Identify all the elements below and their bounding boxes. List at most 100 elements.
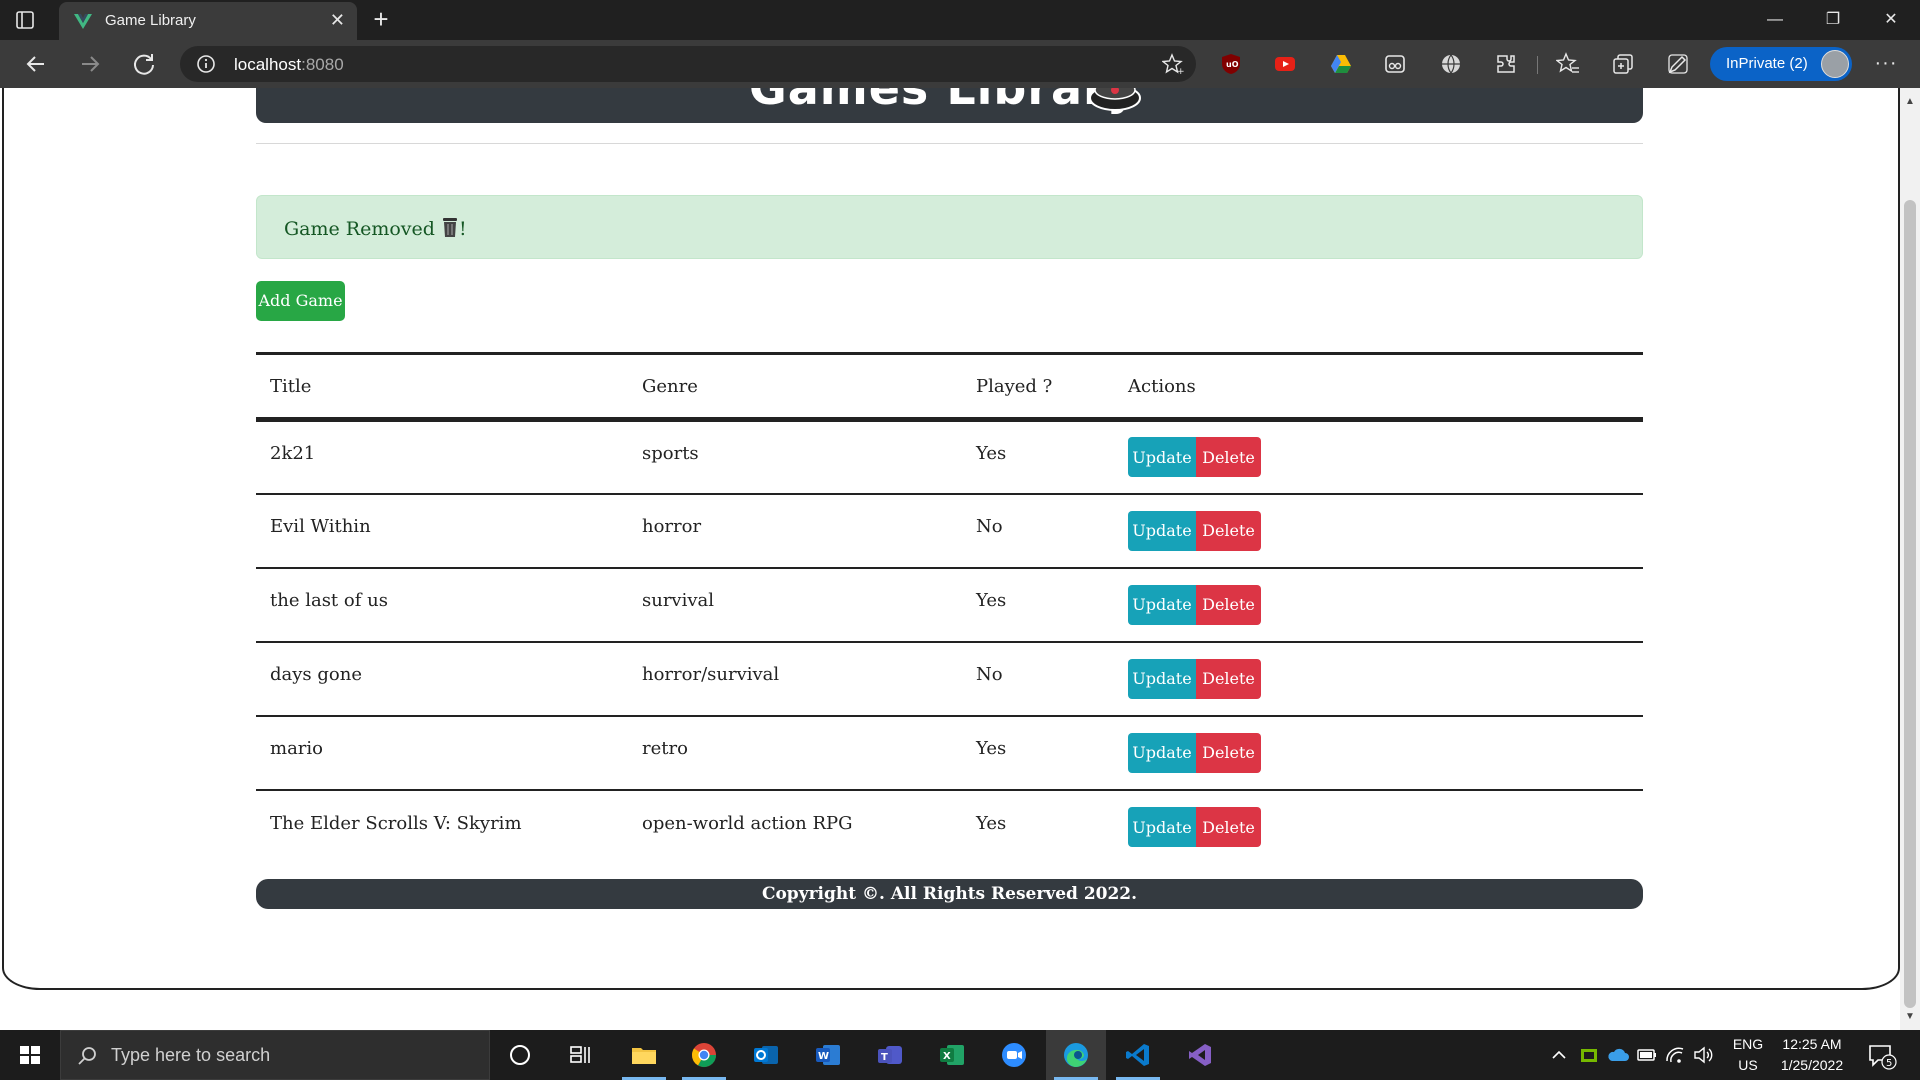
row-actions: Update Delete — [1114, 642, 1643, 716]
task-view-icon[interactable] — [550, 1030, 610, 1080]
game-played: Yes — [976, 442, 1007, 464]
game-title: days gone — [270, 664, 362, 685]
extensions-icon[interactable] — [1494, 52, 1518, 76]
start-button[interactable] — [0, 1030, 60, 1080]
vue-logo-icon — [74, 14, 92, 29]
game-title: the last of us — [270, 590, 388, 611]
show-hidden-icons-icon[interactable] — [1550, 1046, 1568, 1064]
success-alert: Game Removed! — [256, 195, 1643, 259]
inprivate-label: InPrivate (2) — [1726, 55, 1808, 72]
row-actions: Update Delete — [1114, 568, 1643, 642]
back-icon[interactable] — [20, 48, 52, 80]
browser-tab-active[interactable]: Game Library ✕ — [59, 2, 357, 40]
update-button[interactable]: Update — [1128, 437, 1196, 478]
globe-extension-icon[interactable] — [1439, 52, 1463, 76]
word-icon[interactable]: W — [798, 1030, 858, 1080]
game-genre: horror — [642, 516, 702, 537]
notification-count: 5 — [1886, 1058, 1892, 1069]
svg-text:T: T — [881, 1052, 888, 1063]
gamepad-icon — [1089, 88, 1141, 111]
chrome-icon[interactable] — [674, 1030, 734, 1080]
outlook-icon[interactable] — [736, 1030, 796, 1080]
tab-close-icon[interactable]: ✕ — [330, 10, 345, 30]
url-text: localhost:8080 — [234, 55, 344, 74]
search-placeholder: Type here to search — [111, 1045, 271, 1065]
drive-extension-icon[interactable] — [1329, 52, 1353, 76]
vertical-scrollbar[interactable]: ▲ ▼ — [1900, 88, 1920, 1030]
game-played: Yes — [976, 812, 1007, 834]
game-played: No — [976, 516, 1003, 537]
cortana-icon[interactable] — [490, 1030, 550, 1080]
restore-button[interactable]: ❐ — [1804, 0, 1862, 40]
update-button[interactable]: Update — [1128, 584, 1196, 625]
page-title: Games Library — [749, 88, 1138, 115]
favorites-icon[interactable] — [1556, 52, 1580, 76]
tab-actions-icon[interactable] — [14, 9, 36, 31]
site-info-icon[interactable] — [196, 54, 216, 74]
game-played: Yes — [976, 590, 1007, 611]
visual-studio-icon[interactable] — [1170, 1030, 1230, 1080]
nvidia-icon[interactable] — [1578, 1044, 1600, 1066]
taskbar-clock[interactable]: 12:25 AM 1/25/2022 — [1762, 1034, 1862, 1076]
windows-taskbar: Type here to search W T X ENG US 12:25 A… — [0, 1030, 1920, 1080]
close-window-button[interactable]: ✕ — [1862, 0, 1920, 40]
teams-icon[interactable]: T — [860, 1030, 920, 1080]
update-button[interactable]: Update — [1128, 807, 1196, 847]
toolbar-separator — [1537, 56, 1538, 74]
add-game-button[interactable]: Add Game — [256, 281, 345, 321]
game-genre: sports — [642, 442, 699, 464]
row-actions: Update Delete — [1114, 494, 1643, 568]
add-favorite-icon[interactable]: + — [1162, 53, 1184, 75]
zoom-icon[interactable] — [984, 1030, 1044, 1080]
ublock-extension-icon[interactable]: uO — [1219, 52, 1243, 76]
glasses-extension-icon[interactable] — [1383, 52, 1407, 76]
game-title: The Elder Scrolls V: Skyrim — [270, 812, 522, 834]
game-title: Evil Within — [270, 516, 371, 537]
svg-text:uO: uO — [1226, 60, 1239, 69]
update-button[interactable]: Update — [1128, 658, 1196, 699]
scroll-down-icon[interactable]: ▼ — [1905, 1011, 1915, 1022]
table-row: mario retro Yes Update Delete — [256, 716, 1643, 790]
browser-tabbar: Game Library ✕ + — ❐ ✕ — [0, 0, 1920, 40]
onedrive-icon[interactable] — [1606, 1045, 1630, 1065]
delete-button[interactable]: Delete — [1196, 658, 1261, 699]
row-actions: Update Delete — [1114, 716, 1643, 790]
new-tab-button[interactable]: + — [366, 4, 396, 34]
excel-icon[interactable]: X — [922, 1030, 982, 1080]
taskbar-search-box[interactable]: Type here to search — [60, 1030, 490, 1080]
battery-icon[interactable] — [1636, 1045, 1658, 1065]
minimize-button[interactable]: — — [1746, 0, 1804, 40]
delete-button[interactable]: Delete — [1196, 510, 1261, 551]
svg-text:W: W — [818, 1051, 829, 1062]
delete-button[interactable]: Delete — [1196, 437, 1261, 478]
scroll-up-icon[interactable]: ▲ — [1905, 96, 1915, 107]
action-center-icon[interactable]: 5 — [1866, 1040, 1898, 1072]
forward-icon[interactable] — [74, 48, 106, 80]
collections-icon[interactable] — [1611, 52, 1635, 76]
vscode-icon[interactable] — [1108, 1030, 1168, 1080]
update-button[interactable]: Update — [1128, 510, 1196, 551]
delete-button[interactable]: Delete — [1196, 584, 1261, 625]
wifi-icon[interactable] — [1664, 1044, 1686, 1066]
game-title: 2k21 — [270, 442, 316, 464]
column-header-actions: Actions — [1128, 375, 1196, 397]
inprivate-badge[interactable]: InPrivate (2) — [1710, 47, 1852, 81]
edge-icon[interactable] — [1046, 1030, 1106, 1080]
address-bar[interactable]: localhost:8080 + — [180, 46, 1196, 82]
svg-text:X: X — [943, 1051, 951, 1062]
more-options-icon[interactable]: ··· — [1870, 48, 1902, 80]
delete-button[interactable]: Delete — [1196, 732, 1261, 773]
tab-title: Game Library — [105, 12, 196, 29]
profile-avatar — [1821, 50, 1849, 78]
feedback-icon[interactable] — [1666, 52, 1690, 76]
browser-toolbar: localhost:8080 + uO InPrivate (2) ··· — [0, 40, 1920, 88]
alert-message: Game Removed! — [284, 218, 467, 240]
refresh-icon[interactable] — [128, 48, 160, 80]
volume-icon[interactable] — [1692, 1044, 1714, 1066]
youtube-extension-icon[interactable] — [1273, 52, 1297, 76]
page-viewport: Games Library Game Removed! Add Game Tit… — [0, 88, 1920, 1030]
scrollbar-thumb[interactable] — [1904, 200, 1916, 1008]
file-explorer-icon[interactable] — [614, 1030, 674, 1080]
update-button[interactable]: Update — [1128, 732, 1196, 773]
delete-button[interactable]: Delete — [1196, 807, 1261, 847]
